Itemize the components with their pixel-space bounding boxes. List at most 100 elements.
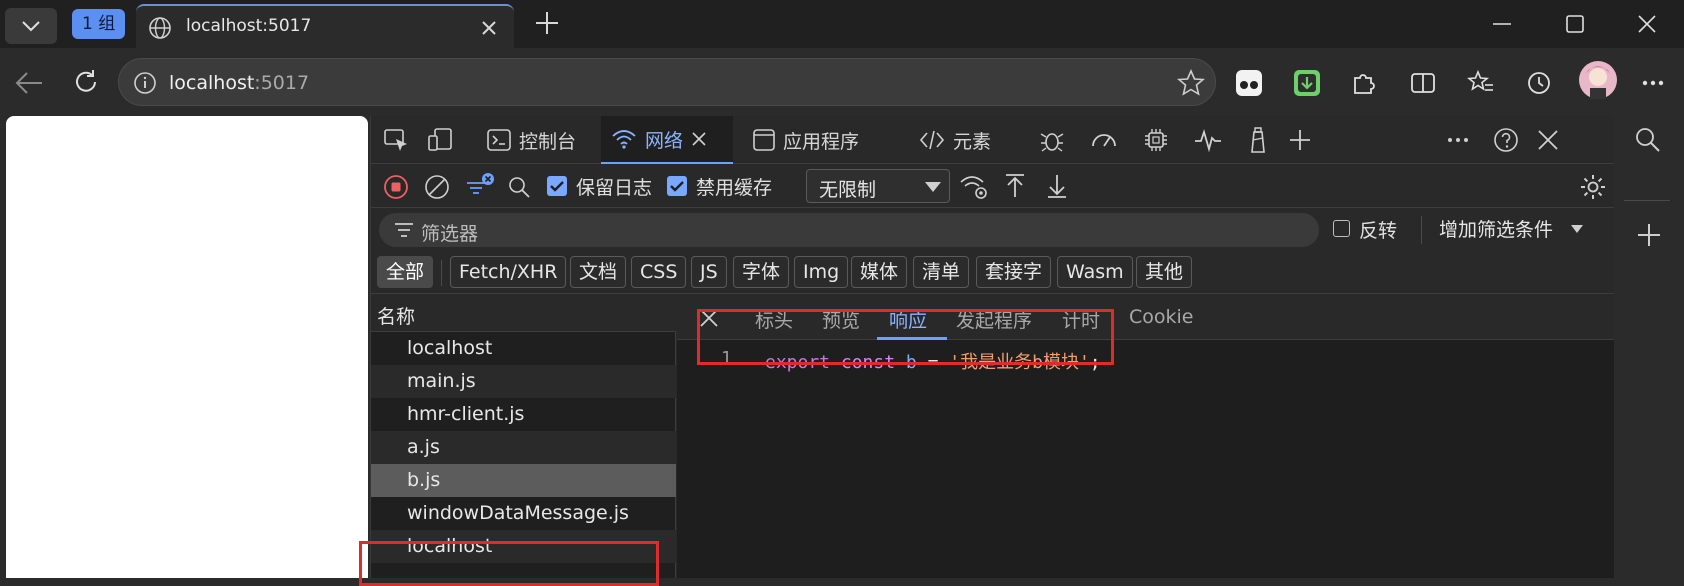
url-text: localhost:5017 — [169, 72, 309, 94]
page-viewport[interactable] — [6, 116, 368, 578]
preserve-log-label: 保留日志 — [576, 177, 653, 199]
add-panel-icon[interactable] — [1285, 125, 1315, 155]
help-icon[interactable] — [1491, 125, 1521, 155]
sidebar-search-icon[interactable] — [1634, 126, 1662, 154]
devtools-more-icon[interactable] — [1443, 125, 1473, 155]
invert-checkbox[interactable] — [1333, 220, 1350, 237]
filter-row: 筛选器 反转 增加筛选条件 — [371, 208, 1615, 252]
request-row[interactable]: main.js — [371, 365, 676, 398]
clear-icon[interactable] — [424, 174, 450, 200]
memory-chip-icon[interactable] — [1141, 125, 1171, 155]
request-row[interactable]: hmr-client.js — [371, 398, 676, 431]
download-export-icon[interactable] — [1045, 173, 1069, 199]
type-doc[interactable]: 文档 — [570, 256, 627, 288]
preserve-log-checkbox[interactable] — [547, 176, 567, 196]
request-list: 名称 localhost main.js hmr-client.js a.js … — [371, 294, 676, 578]
request-name: hmr-client.js — [407, 403, 525, 425]
divider — [441, 260, 442, 286]
filter-icon — [395, 223, 413, 237]
throttling-select[interactable]: 无限制 — [806, 169, 950, 203]
download-extension-icon[interactable] — [1290, 66, 1324, 100]
url-port: :5017 — [254, 72, 310, 94]
filter-input[interactable]: 筛选器 — [379, 213, 1319, 247]
performance-gauge-icon[interactable] — [1089, 125, 1119, 155]
request-row-selected[interactable]: b.js — [371, 464, 676, 497]
more-menu-icon[interactable] — [1636, 66, 1670, 100]
close-window-button[interactable] — [1617, 6, 1677, 42]
back-icon[interactable] — [14, 70, 46, 96]
application-icon — [753, 129, 775, 151]
browser-toolbar: localhost:5017 — [0, 48, 1684, 116]
type-font[interactable]: 字体 — [733, 256, 790, 288]
tab-console-label: 控制台 — [519, 130, 577, 153]
close-tab-network-icon[interactable] — [691, 131, 707, 147]
tab-actions-button[interactable] — [5, 8, 57, 44]
request-name: localhost — [407, 337, 493, 359]
tab-application-label: 应用程序 — [783, 130, 860, 153]
type-all[interactable]: 全部 — [377, 256, 434, 288]
favorites-icon[interactable] — [1464, 66, 1498, 100]
tab-title: localhost:5017 — [186, 16, 312, 36]
checkmark-icon — [550, 181, 564, 192]
type-fetch-xhr[interactable]: Fetch/XHR — [450, 256, 567, 288]
extensions-puzzle-icon[interactable] — [1347, 66, 1381, 100]
history-icon[interactable] — [1522, 66, 1556, 100]
network-settings-gear-icon[interactable] — [1579, 173, 1607, 201]
disable-cache-checkbox[interactable] — [667, 176, 687, 196]
request-name: windowDataMessage.js — [407, 502, 629, 524]
type-other[interactable]: 其他 — [1136, 256, 1193, 288]
profile-avatar[interactable] — [1578, 60, 1618, 100]
minimize-button[interactable] — [1472, 6, 1532, 42]
request-row[interactable]: windowDataMessage.js — [371, 497, 676, 530]
address-bar[interactable]: localhost:5017 — [118, 58, 1216, 106]
pulse-icon[interactable] — [1193, 125, 1223, 155]
tab-console[interactable]: 控制台 — [479, 116, 584, 164]
sidebar-rail — [1614, 116, 1684, 578]
tab-application[interactable]: 应用程序 — [753, 116, 859, 164]
request-row[interactable]: localhost — [371, 332, 676, 365]
tab-cookies[interactable]: Cookie — [1129, 306, 1194, 328]
inspect-element-icon[interactable] — [381, 125, 411, 155]
globe-icon — [149, 17, 171, 39]
record-stop-icon[interactable] — [383, 174, 409, 200]
new-tab-icon[interactable] — [534, 10, 560, 36]
more-filters-label: 增加筛选条件 — [1439, 219, 1554, 241]
request-name: a.js — [407, 436, 440, 458]
tab-elements[interactable]: 元素 — [919, 116, 991, 164]
type-img[interactable]: Img — [794, 256, 849, 288]
maximize-button[interactable] — [1545, 6, 1605, 42]
dropdown-arrow-icon — [1571, 225, 1583, 233]
search-icon[interactable] — [507, 175, 531, 199]
divider — [1624, 200, 1670, 201]
tab-group-chip[interactable]: 1 组 — [72, 9, 126, 39]
request-row[interactable]: a.js — [371, 431, 676, 464]
tab-network[interactable]: 网络 — [601, 116, 733, 164]
split-screen-icon[interactable] — [1406, 66, 1440, 100]
bug-icon[interactable] — [1037, 125, 1067, 155]
lighthouse-icon[interactable] — [1243, 125, 1273, 155]
site-info-icon[interactable] — [133, 71, 157, 95]
active-tab[interactable]: localhost:5017 — [136, 4, 514, 48]
name-column-header[interactable]: 名称 — [371, 294, 676, 332]
type-js[interactable]: JS — [691, 256, 727, 288]
network-conditions-icon[interactable] — [959, 172, 989, 200]
tab-network-label: 网络 — [645, 129, 684, 152]
filter-toggle-icon[interactable] — [465, 172, 495, 200]
extension-glasses-icon[interactable] — [1232, 66, 1266, 100]
filter-placeholder: 筛选器 — [421, 223, 479, 245]
type-manifest[interactable]: 清单 — [913, 256, 970, 288]
favorite-star-icon[interactable] — [1177, 69, 1205, 97]
upload-import-icon[interactable] — [1003, 173, 1027, 199]
close-devtools-icon[interactable] — [1533, 125, 1563, 155]
disable-cache-label: 禁用缓存 — [696, 177, 773, 199]
type-css[interactable]: CSS — [631, 256, 687, 288]
type-websocket[interactable]: 套接字 — [976, 256, 1052, 288]
request-name: b.js — [407, 469, 441, 491]
type-media[interactable]: 媒体 — [851, 256, 908, 288]
device-emulation-icon[interactable] — [425, 125, 455, 155]
add-sidebar-app-icon[interactable] — [1636, 222, 1662, 248]
reload-icon[interactable] — [72, 68, 100, 96]
close-tab-icon[interactable] — [480, 19, 498, 37]
more-filters-dropdown[interactable]: 增加筛选条件 — [1439, 215, 1583, 245]
type-wasm[interactable]: Wasm — [1057, 256, 1133, 288]
